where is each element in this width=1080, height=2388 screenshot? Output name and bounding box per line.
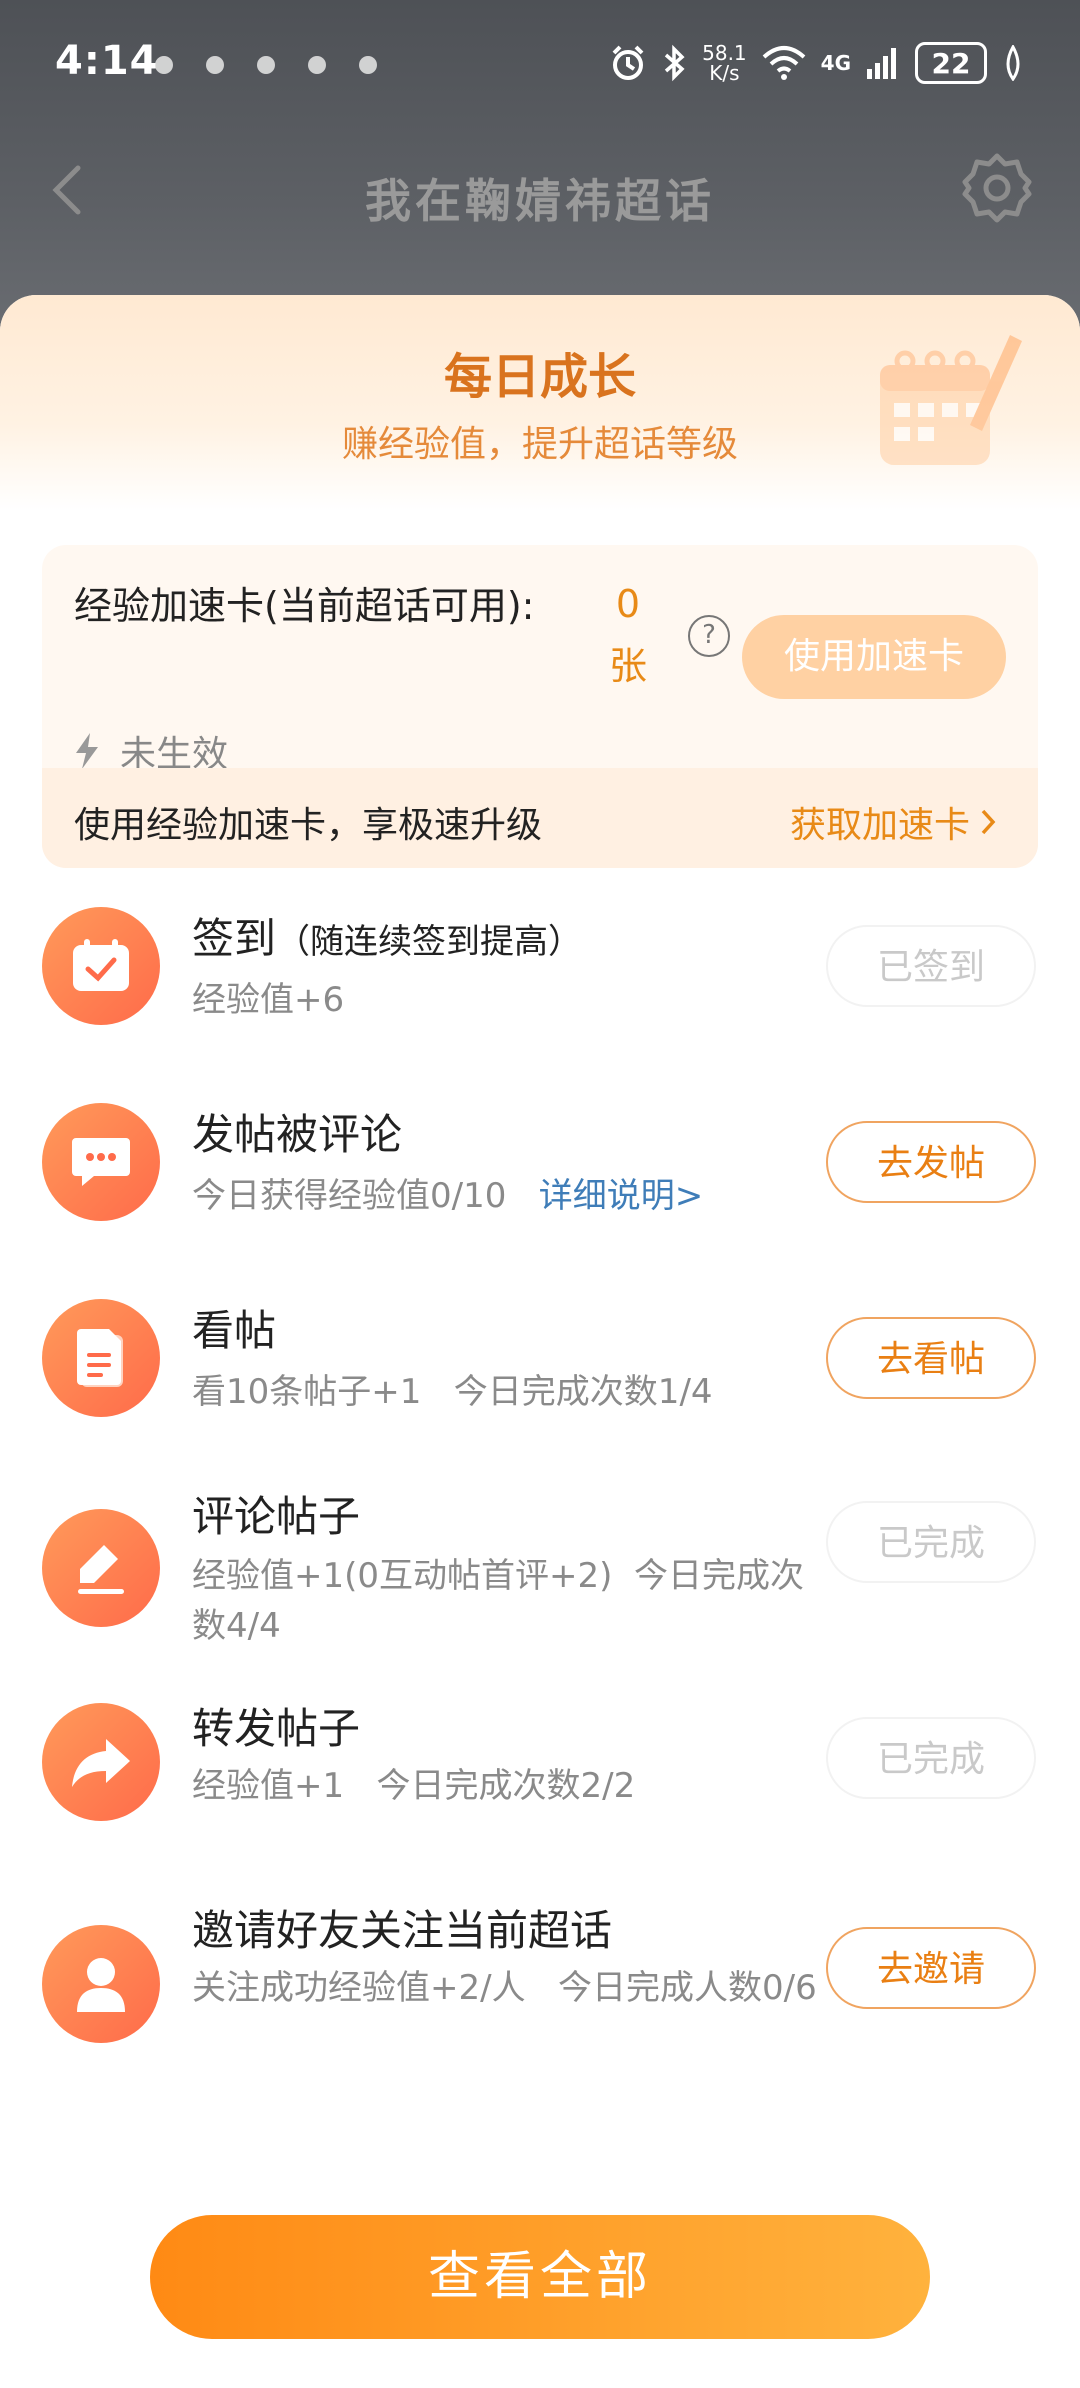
chevron-right-icon xyxy=(981,809,996,835)
edit-icon xyxy=(78,1545,124,1594)
checked-in-button: 已签到 xyxy=(826,925,1036,1007)
task-desc: 看10条帖子+1 今日完成次数1/4 xyxy=(192,1372,713,1412)
task-icon xyxy=(42,1925,160,2043)
view-all-button[interactable]: 查看全部 xyxy=(150,2215,930,2339)
network-speed: 58.1 K/s xyxy=(702,43,747,83)
task-title: 发帖被评论 xyxy=(192,1110,403,1159)
page-title: 我在鞠婧祎超话 xyxy=(365,174,715,228)
task-invite-friends: 邀请好友关注当前超话 关注成功经验值+2/人 今日完成人数0/6 去邀请 xyxy=(0,1897,1080,2097)
repost-done-button: 已完成 xyxy=(826,1717,1036,1799)
status-bar: 4:14 58.1 K/s 4G 22 xyxy=(0,0,1080,130)
task-title: 签到（随连续签到提高） xyxy=(192,905,582,966)
comment-done-button: 已完成 xyxy=(826,1501,1036,1583)
get-accelerator-link[interactable]: 获取加速卡 xyxy=(790,796,998,848)
notification-icon xyxy=(206,56,224,74)
task-title-hint: （随连续签到提高） xyxy=(276,922,583,962)
get-accelerator-label: 获取加速卡 xyxy=(789,805,970,846)
task-comment-posts: 评论帖子 经验值+1(0互动帖首评+2) 今日完成次数4/4 已完成 xyxy=(0,1473,1080,1673)
signal-icon xyxy=(867,48,896,79)
status-time: 4:14 xyxy=(55,38,159,84)
network-speed-unit: K/s xyxy=(709,61,740,85)
go-view-button[interactable]: 去看帖 xyxy=(826,1317,1036,1399)
detail-link[interactable]: 详细说明> xyxy=(539,1176,704,1216)
battery-indicator: 22 xyxy=(915,42,987,84)
network-type: 4G xyxy=(820,51,851,75)
task-icon xyxy=(42,1509,160,1627)
alarm-icon xyxy=(612,45,644,80)
accelerator-count-value: 0 xyxy=(615,582,641,626)
task-post-commented: 发帖被评论 今日获得经验值0/10 详细说明> 去发帖 xyxy=(0,1081,1080,1251)
task-title: 评论帖子 xyxy=(192,1492,361,1541)
task-title: 看帖 xyxy=(192,1306,277,1355)
task-icon xyxy=(42,1103,160,1221)
notification-icon xyxy=(308,56,326,74)
network-speed-value: 58.1 xyxy=(702,41,747,65)
accelerator-card: 经验加速卡(当前超话可用): 0 张 ? 使用加速卡 未生效 使用经验加速卡，享… xyxy=(42,545,1038,868)
use-accelerator-button[interactable]: 使用加速卡 xyxy=(742,615,1006,699)
task-repost: 转发帖子 经验值+1 今日完成次数2/2 已完成 xyxy=(0,1695,1080,1865)
task-desc: 关注成功经验值+2/人 今日完成人数0/6 xyxy=(192,1968,817,2008)
task-desc: 经验值+1 今日完成次数2/2 xyxy=(192,1766,636,1806)
document-icon xyxy=(77,1329,123,1387)
daily-growth-banner: 每日成长 赚经验值，提升超话等级 xyxy=(0,295,1080,510)
go-post-button[interactable]: 去发帖 xyxy=(826,1121,1036,1203)
lightning-icon xyxy=(76,733,98,769)
share-arrow-icon xyxy=(72,1739,130,1787)
comment-icon xyxy=(72,1138,130,1186)
task-title: 邀请好友关注当前超话 xyxy=(192,1906,613,1955)
calendar-check-icon xyxy=(73,939,129,991)
navigation-bar: 我在鞠婧祎超话 xyxy=(0,130,1080,250)
accelerator-footer-desc: 使用经验加速卡，享极速升级 xyxy=(74,805,543,846)
task-desc: 经验值+6 xyxy=(192,980,345,1020)
task-desc: 今日获得经验值0/10 详细说明> xyxy=(192,1171,822,1221)
help-icon[interactable]: ? xyxy=(688,615,730,657)
task-desc: 经验值+1(0互动帖首评+2) 今日完成次数4/4 xyxy=(192,1556,805,1646)
status-icons: 58.1 K/s 4G 22 xyxy=(608,42,1025,84)
gear-icon[interactable] xyxy=(959,150,1035,226)
notification-icon xyxy=(155,56,173,74)
accelerator-footer: 使用经验加速卡，享极速升级 获取加速卡 xyxy=(42,768,1038,868)
go-invite-button[interactable]: 去邀请 xyxy=(826,1927,1036,2009)
task-view-posts: 看帖 看10条帖子+1 今日完成次数1/4 去看帖 xyxy=(0,1277,1080,1447)
user-icon xyxy=(77,1958,125,2012)
accelerator-label: 经验加速卡(当前超话可用): xyxy=(74,584,535,628)
calendar-pencil-icon xyxy=(880,335,1022,465)
leaf-icon xyxy=(1006,45,1020,81)
task-desc-text: 今日获得经验值0/10 xyxy=(192,1176,507,1216)
wifi-icon xyxy=(762,46,805,80)
task-title-text: 签到 xyxy=(192,914,277,963)
bluetooth-icon xyxy=(664,44,685,82)
task-icon xyxy=(42,1703,160,1821)
task-icon xyxy=(42,1299,160,1417)
notification-icon xyxy=(257,56,275,74)
task-icon xyxy=(42,907,160,1025)
notification-icons xyxy=(155,56,377,74)
accelerator-count-unit: 张 xyxy=(608,644,647,688)
content-sheet: 每日成长 赚经验值，提升超话等级 经验加速卡(当前超话可用): 0 张 ? 使用… xyxy=(0,295,1080,2388)
task-title: 转发帖子 xyxy=(192,1704,361,1753)
task-checkin: 签到（随连续签到提高） 经验值+6 已签到 xyxy=(0,885,1080,1055)
notification-icon xyxy=(359,56,377,74)
accelerator-count: 0 张 xyxy=(598,573,658,697)
